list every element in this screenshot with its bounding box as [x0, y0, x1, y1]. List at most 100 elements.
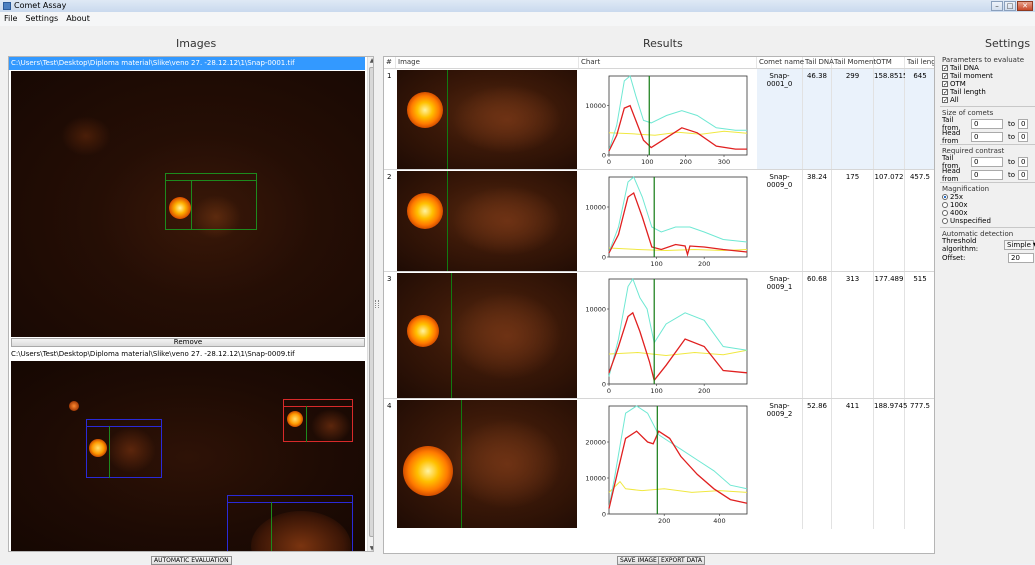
cell-tail-moment: 175 — [832, 170, 874, 272]
image-list: C:\Users\Test\Desktop\Diploma material\S… — [8, 56, 374, 552]
cell-tail-dna: 38.24 — [803, 170, 832, 272]
cell-otm: 158.8515 — [874, 69, 907, 170]
size-head-label: Head from — [942, 128, 961, 145]
row-index: 2 — [387, 173, 392, 181]
checkbox-icon[interactable]: ✓ — [942, 65, 948, 72]
divider — [940, 227, 1035, 228]
magnification-title: Magnification — [942, 185, 990, 193]
comet-thumbnail — [397, 273, 577, 398]
mag-400x[interactable]: 400x — [942, 209, 1035, 217]
radio-icon[interactable] — [942, 218, 948, 224]
remove-button[interactable]: Remove — [11, 338, 365, 347]
cell-tail-moment: 313 — [832, 272, 874, 399]
intensity-chart: 10000 0 100 200 — [579, 171, 752, 271]
to-label: to — [1008, 170, 1016, 179]
col-chart[interactable]: Chart — [579, 57, 757, 68]
intensity-chart: 20000 10000 0 200 400 — [579, 400, 752, 528]
pane-splitter[interactable] — [374, 56, 380, 552]
col-tail-dna[interactable]: Tail DNA — [803, 57, 834, 68]
image-view-2[interactable] — [11, 361, 365, 551]
param-tail-moment[interactable]: ✓ Tail moment — [942, 72, 1035, 80]
contrast-head-from-input[interactable] — [971, 169, 1003, 180]
contrast-head-to-input[interactable] — [1018, 169, 1029, 180]
title-bar: Comet Assay – □ ✕ — [0, 0, 1035, 12]
background-glow — [61, 116, 111, 156]
param-otm[interactable]: ✓ OTM — [942, 80, 1035, 88]
checkbox-icon[interactable]: ✓ — [942, 73, 948, 80]
maximize-button[interactable]: □ — [1004, 1, 1016, 11]
cell-otm: 177.489 — [874, 272, 905, 399]
x-tick-label: 200 — [679, 158, 691, 166]
size-tail-to-input[interactable] — [1018, 118, 1029, 129]
intensity-chart: 10000 00 100 200 300 — [579, 70, 752, 169]
col-index[interactable]: # — [384, 57, 396, 68]
size-head-to-input[interactable] — [1018, 131, 1029, 142]
comet-selection-box-active[interactable] — [283, 406, 353, 442]
cell-tail-length: 777.5 — [905, 399, 934, 529]
image-path-2[interactable]: C:\Users\Test\Desktop\Diploma material\S… — [9, 348, 365, 361]
comet-tail — [452, 186, 562, 256]
y-tick-label: 0 — [602, 254, 606, 262]
col-otm[interactable]: OTM — [874, 57, 905, 68]
app-window: Comet Assay – □ ✕ File Settings About Im… — [0, 0, 1035, 565]
offset-input[interactable] — [1008, 252, 1034, 263]
checkbox-icon[interactable]: ✓ — [942, 97, 948, 104]
intensity-chart: 10000 00 100 200 — [579, 273, 752, 398]
y-tick-label: 10000 — [585, 102, 606, 110]
image-path-1[interactable]: C:\Users\Test\Desktop\Diploma material\S… — [9, 57, 365, 70]
image-list-scrollbar[interactable]: ▲ ▼ — [367, 57, 373, 551]
contrast-tail-from-input[interactable] — [971, 156, 1003, 167]
radio-selected-icon[interactable] — [942, 194, 948, 200]
image-view-1[interactable] — [11, 71, 365, 337]
col-comet-name[interactable]: Comet name — [757, 57, 804, 68]
y-tick-label: 10000 — [585, 475, 606, 483]
comet-selection-box[interactable] — [165, 180, 257, 230]
mag-25x[interactable]: 25x — [942, 193, 1035, 201]
divider — [940, 106, 1035, 107]
size-tail-from-input[interactable] — [971, 118, 1003, 129]
radio-icon[interactable] — [942, 202, 948, 208]
comet-thumbnail — [397, 70, 577, 169]
size-head-from-input[interactable] — [971, 131, 1003, 142]
y-tick-label: 0 — [602, 381, 606, 389]
param-tail-dna[interactable]: ✓ Tail DNA — [942, 64, 1035, 72]
col-tail-length[interactable]: Tail length — [905, 57, 934, 68]
col-tail-moment[interactable]: Tail Moment — [832, 57, 876, 68]
checkbox-icon[interactable]: ✓ — [942, 89, 948, 96]
table-row[interactable]: 3 10000 0 0 100 200 Snap-0009_1 60.68 313 177.48… — [384, 271, 934, 399]
cell-tail-moment: 299 — [832, 69, 874, 170]
menu-about[interactable]: About — [66, 12, 90, 26]
mag-100x[interactable]: 100x — [942, 201, 1035, 209]
comet-selection-box[interactable] — [227, 502, 353, 551]
menu-file[interactable]: File — [4, 12, 17, 26]
param-tail-length[interactable]: ✓ Tail length — [942, 88, 1035, 96]
cell-comet-name: Snap-0009_2 — [757, 399, 803, 529]
comet-head — [407, 193, 443, 229]
cell-tail-dna: 60.68 — [803, 272, 832, 399]
contrast-tail-to-input[interactable] — [1018, 156, 1029, 167]
comet-selection-box[interactable] — [86, 426, 162, 478]
results-title: Results — [643, 37, 683, 50]
table-row[interactable]: 2 10000 0 100 200 Snap-0009_0 38.24 175 107.072… — [384, 169, 934, 272]
radio-icon[interactable] — [942, 210, 948, 216]
table-row[interactable]: 1 10000 0 0 100 200 300 Snap-0001_0 46.38 299 158… — [384, 68, 934, 170]
threshold-select[interactable]: Simple ▼ — [1004, 239, 1035, 250]
close-button[interactable]: ✕ — [1017, 1, 1033, 11]
minimize-button[interactable]: – — [991, 1, 1003, 11]
param-all[interactable]: ✓ All — [942, 96, 1035, 104]
menu-bar: File Settings About — [0, 12, 1035, 26]
table-row[interactable]: 4 20000 10000 0 200 400 Snap-0009_2 52.86 411 18… — [384, 398, 934, 529]
to-label: to — [1008, 119, 1016, 128]
y-tick-label: 10000 — [585, 306, 606, 314]
plot-area — [608, 278, 748, 385]
head-tail-divider — [447, 171, 448, 271]
menu-settings[interactable]: Settings — [25, 12, 58, 26]
col-image[interactable]: Image — [396, 57, 579, 68]
y-tick-label: 20000 — [585, 439, 606, 447]
mag-unspecified[interactable]: Unspecified — [942, 217, 1035, 225]
offset-label: Offset: — [942, 253, 966, 262]
head-tail-divider — [191, 180, 192, 230]
checkbox-icon[interactable]: ✓ — [942, 81, 948, 88]
x-tick-label: 400 — [713, 517, 725, 525]
x-tick-label: 0 — [607, 158, 611, 166]
